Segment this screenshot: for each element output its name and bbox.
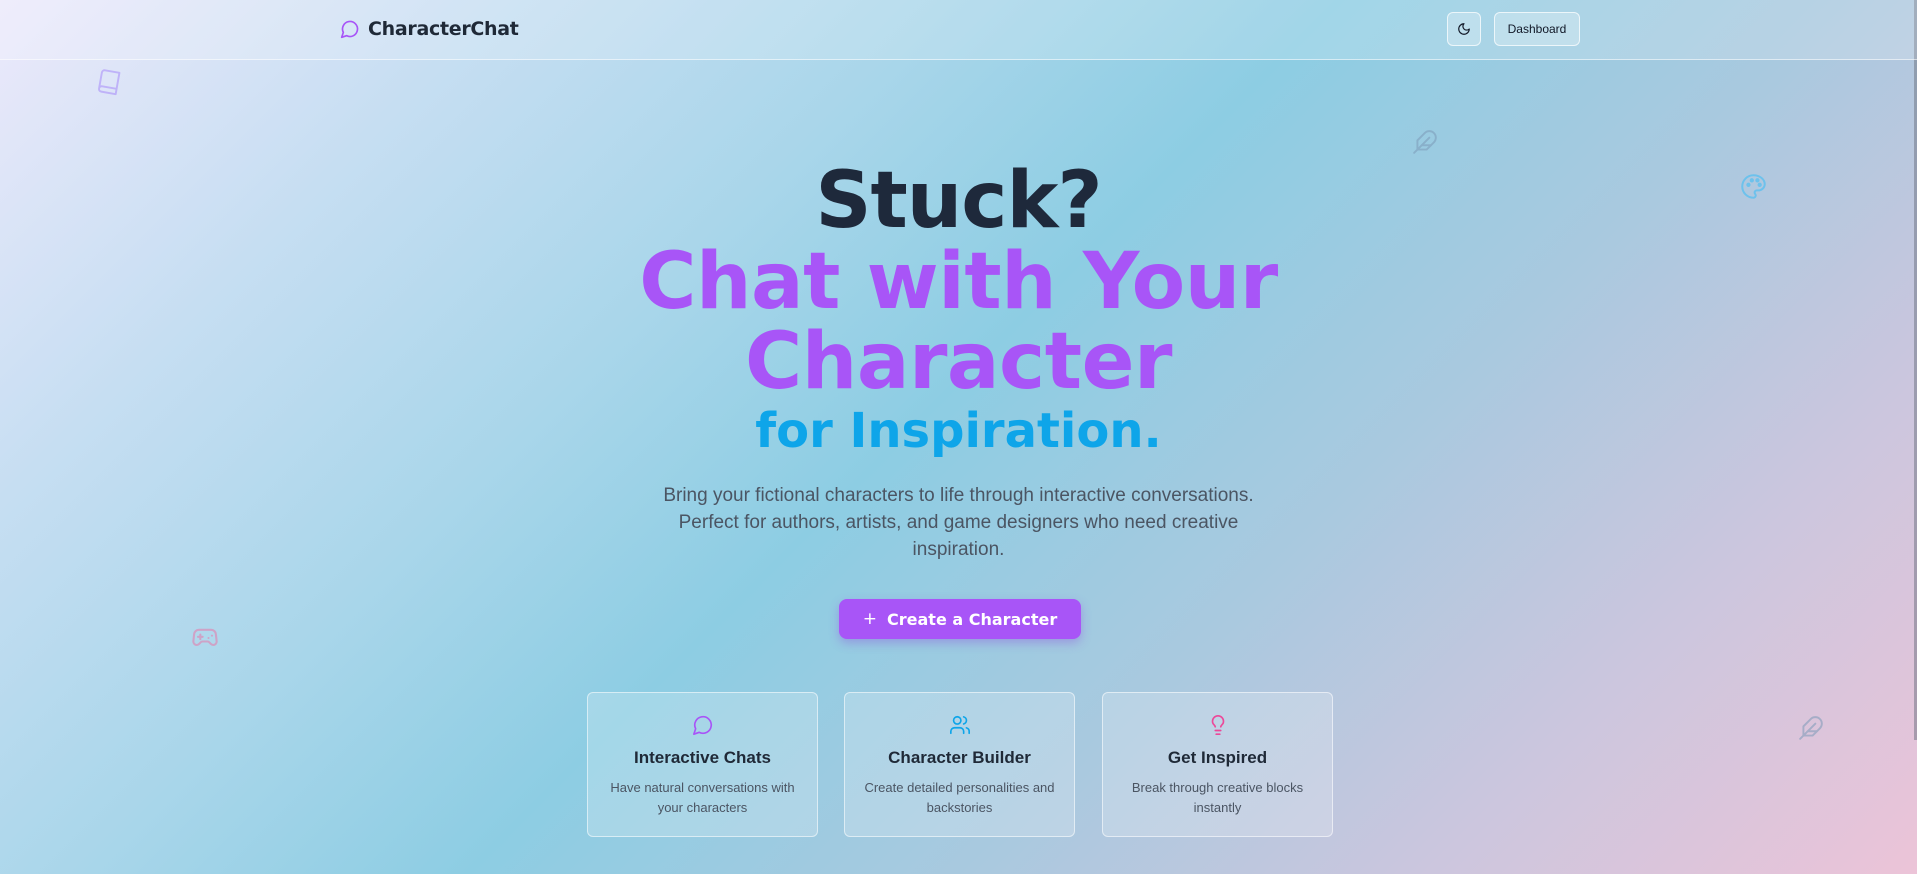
feature-title: Character Builder — [888, 748, 1031, 767]
plus-icon: + — [862, 609, 878, 629]
top-navigation-bar: CharacterChat Dashboard — [0, 0, 1917, 60]
gamepad-icon — [192, 628, 218, 647]
feature-title: Get Inspired — [1167, 748, 1268, 767]
message-circle-icon — [692, 715, 712, 735]
brand-name: CharacterChat — [368, 18, 519, 40]
hero-section: Stuck? Chat with Your Character for Insp… — [0, 160, 1917, 563]
brand-logo[interactable]: CharacterChat — [340, 18, 519, 40]
hero-heading-chat: Chat with Your Character — [639, 237, 1278, 407]
message-circle-icon — [340, 20, 359, 39]
moon-icon — [1458, 23, 1470, 35]
feature-description: Break through creative blocks instantly — [1131, 780, 1304, 815]
feature-card-get-inspired: Get Inspired Break through creative bloc… — [1102, 692, 1333, 837]
feather-icon — [1413, 130, 1437, 154]
feature-description: Create detailed personalities and backst… — [864, 780, 1055, 815]
dashboard-button[interactable]: Dashboard — [1494, 12, 1580, 46]
hero-heading-stuck: Stuck? — [815, 156, 1102, 246]
users-icon — [949, 715, 970, 735]
feather-icon — [1799, 716, 1823, 740]
theme-toggle-button[interactable] — [1447, 12, 1481, 46]
hero-heading-inspiration: for Inspiration. — [755, 403, 1162, 459]
feature-title: Interactive Chats — [634, 748, 771, 767]
feature-card-interactive-chats: Interactive Chats Have natural conversat… — [587, 692, 818, 837]
feature-card-character-builder: Character Builder Create detailed person… — [844, 692, 1075, 837]
book-icon — [98, 69, 121, 96]
lightbulb-icon — [1211, 715, 1224, 735]
create-character-button[interactable]: + Create a Character — [839, 599, 1081, 639]
create-character-label: Create a Character — [887, 609, 1058, 629]
hero-subtitle: Bring your fictional characters to life … — [663, 485, 1254, 560]
feature-description: Have natural conversations with your cha… — [610, 780, 795, 815]
